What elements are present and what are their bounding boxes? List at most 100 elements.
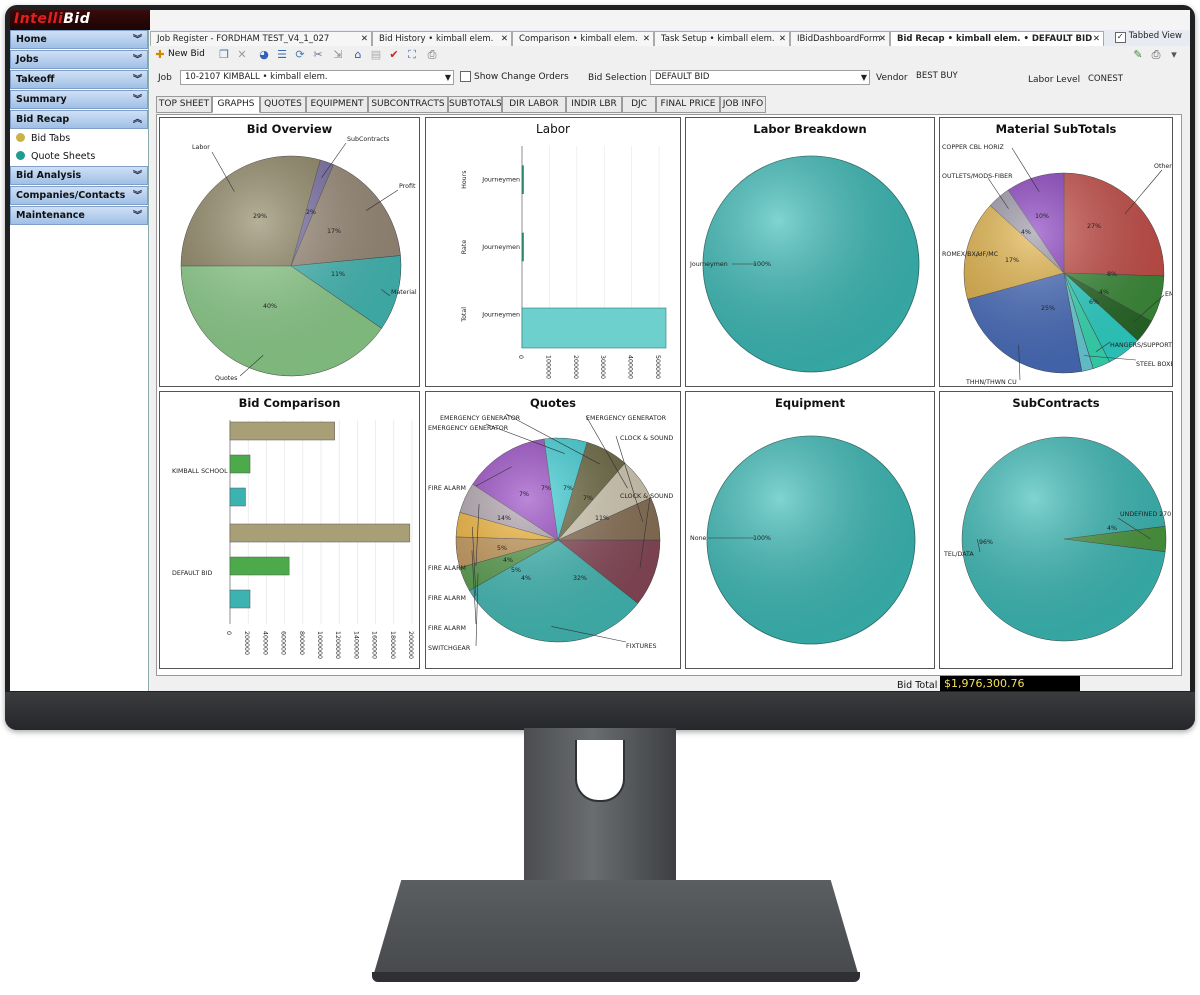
tabbed-view-checkbox[interactable]: ✓ (1114, 32, 1126, 43)
dropdown-icon[interactable]: ▾ (1168, 49, 1180, 61)
document-tab-5[interactable]: Bid Recap • kimball elem. • DEFAULT BID ✕ (890, 31, 1104, 46)
data-label: 17% (327, 228, 341, 235)
chevron-down-icon[interactable]: ︾ (133, 71, 142, 89)
tab-indir-lbr[interactable]: INDIR LBR (566, 96, 622, 113)
document-tab-2[interactable]: Comparison • kimball elem. ✕ (512, 31, 654, 46)
monitor-stand-base (372, 880, 860, 980)
new-bid-button[interactable]: New Bid (168, 49, 205, 59)
chevron-down-icon[interactable]: ︾ (133, 31, 142, 49)
close-icon[interactable]: ✕ (879, 32, 886, 46)
bar (521, 307, 667, 349)
data-label: 8% (1107, 271, 1117, 278)
copy-icon[interactable]: ❐ (218, 49, 230, 61)
sidebar-section-label: Home (16, 34, 47, 45)
bar (229, 556, 290, 576)
pie-shading (181, 156, 401, 376)
close-icon[interactable]: ✕ (501, 32, 508, 46)
tab-top-sheet[interactable]: TOP SHEET (156, 96, 212, 113)
labor-level-value: CONEST (1088, 74, 1123, 84)
sidebar-section-1[interactable]: Jobs ︾ (10, 50, 148, 69)
tick-label: 300000 (599, 355, 606, 379)
slice-label: FIXTURES (626, 643, 657, 650)
home-icon[interactable]: ⌂ (352, 49, 364, 61)
sidebar-section-0[interactable]: Home ︾ (10, 30, 148, 49)
bullet-icon (16, 151, 25, 160)
check-icon[interactable]: ✔ (388, 49, 400, 61)
monitor-stand-slot (575, 740, 625, 802)
tick-label: 200000 (572, 355, 579, 379)
sidebar-section-after-2[interactable]: Maintenance ︾ (10, 206, 148, 225)
sidebar-section-after-1[interactable]: Companies/Contacts ︾ (10, 186, 148, 205)
show-change-orders-checkbox[interactable] (460, 71, 474, 84)
document-tab-3[interactable]: Task Setup • kimball elem. ✕ (654, 31, 790, 46)
print-icon[interactable]: ⎙ (426, 49, 438, 61)
chevron-up-icon[interactable]: ︽ (133, 111, 142, 129)
print-preview-icon[interactable]: ⎙ (1150, 49, 1162, 61)
sidebar-section-3[interactable]: Summary ︾ (10, 90, 148, 109)
bid-selection-label: Bid Selection (588, 73, 647, 83)
job-select[interactable]: 10-2107 KIMBALL • kimball elem. ▼ (180, 70, 454, 85)
export-icon[interactable]: ⛶ (406, 49, 418, 61)
tab-equipment[interactable]: EQUIPMENT (306, 96, 368, 113)
document-tab-label: Bid Recap • kimball elem. • DEFAULT BID (897, 34, 1093, 44)
close-icon[interactable]: ✕ (643, 32, 650, 46)
data-label: 11% (595, 515, 609, 522)
pie-chart: Labor SubContracts Profit Material Quotes 29%… (180, 136, 417, 382)
bar (229, 454, 251, 474)
sidebar-section-4[interactable]: Bid Recap ︽ (10, 110, 148, 129)
tab-subcontracts[interactable]: SUBCONTRACTS (368, 96, 448, 113)
chart-labor-breakdown: Labor Breakdown Journeymen 100% (685, 117, 935, 387)
sidebar-section-after-0[interactable]: Bid Analysis ︾ (10, 166, 148, 185)
slice-label: THHN/THWN CU (965, 379, 1017, 386)
refresh-icon[interactable]: ⟳ (294, 49, 306, 61)
checkbox-icon[interactable] (460, 71, 471, 82)
sidebar-section-2[interactable]: Takeoff ︾ (10, 70, 148, 89)
data-label: 4% (1099, 289, 1109, 296)
close-icon[interactable]: ✕ (779, 32, 786, 46)
chevron-down-icon[interactable]: ︾ (133, 187, 142, 205)
tick-label: 1200000 (334, 631, 341, 659)
sidebar-item-1[interactable]: Quote Sheets (10, 148, 148, 166)
tab-subtotals[interactable]: SUBTOTALS (448, 96, 502, 113)
chevron-down-icon[interactable]: ︾ (133, 207, 142, 225)
slice-label: SubContracts (347, 136, 389, 143)
pie-chart: CLOCK & SOUND FIXTURES SWITCHGEAR FIRE ALAR… (428, 413, 673, 652)
tools-icon[interactable]: ✂ (312, 49, 324, 61)
show-change-orders-label: Show Change Orders (474, 72, 569, 82)
slice-label: ROMEX/BX/UF/MC (942, 251, 999, 258)
pie-chart-icon[interactable]: ◕ (258, 49, 270, 61)
tick-label: 1000000 (316, 631, 323, 659)
close-icon[interactable]: ✕ (1093, 32, 1100, 46)
tab-dir-labor[interactable]: DIR LABOR (502, 96, 566, 113)
document-tabbar: Job Register - FORDHAM TEST_V4_1_027 ✕ Bid… (150, 30, 1190, 46)
tab-final-price[interactable]: FINAL PRICE (656, 96, 720, 113)
sidebar-section-label: Summary (16, 94, 67, 105)
data-label: 7% (563, 485, 573, 492)
slice-label: HANGERS/SUPPORTS (1110, 342, 1172, 349)
data-label: 27% (1087, 223, 1101, 230)
data-label: 40% (263, 303, 277, 310)
add-icon[interactable]: ✚ (154, 49, 166, 61)
sidebar-item-0[interactable]: Bid Tabs (10, 130, 148, 148)
delete-icon[interactable]: ✕ (236, 49, 248, 61)
document-tab-4[interactable]: IBidDashboardForm ✕ (790, 31, 890, 46)
data-label: 14% (497, 515, 511, 522)
edit-icon[interactable]: ✎ (1132, 49, 1144, 61)
document-tab-0[interactable]: Job Register - FORDHAM TEST_V4_1_027 ✕ (150, 31, 372, 46)
tab-djc[interactable]: DJC (622, 96, 656, 113)
bid-selection-select[interactable]: DEFAULT BID ▼ (650, 70, 870, 85)
document-tab-1[interactable]: Bid History • kimball elem. ✕ (372, 31, 512, 46)
chevron-down-icon[interactable]: ︾ (133, 91, 142, 109)
tab-quotes[interactable]: QUOTES (260, 96, 306, 113)
list-icon[interactable]: ☰ (276, 49, 288, 61)
tab-job-info[interactable]: JOB INFO (720, 96, 766, 113)
document-icon[interactable]: ▤ (370, 49, 382, 61)
chevron-down-icon[interactable]: ︾ (133, 51, 142, 69)
tab-graphs[interactable]: GRAPHS (212, 96, 260, 113)
tabbed-view-toggle[interactable]: ✓ Tabbed View (1114, 31, 1182, 43)
close-icon[interactable]: ✕ (361, 32, 368, 46)
import-icon[interactable]: ⇲ (332, 49, 344, 61)
slice-label: Labor (192, 144, 210, 151)
chevron-down-icon[interactable]: ︾ (133, 167, 142, 185)
bullet-icon (16, 133, 25, 142)
